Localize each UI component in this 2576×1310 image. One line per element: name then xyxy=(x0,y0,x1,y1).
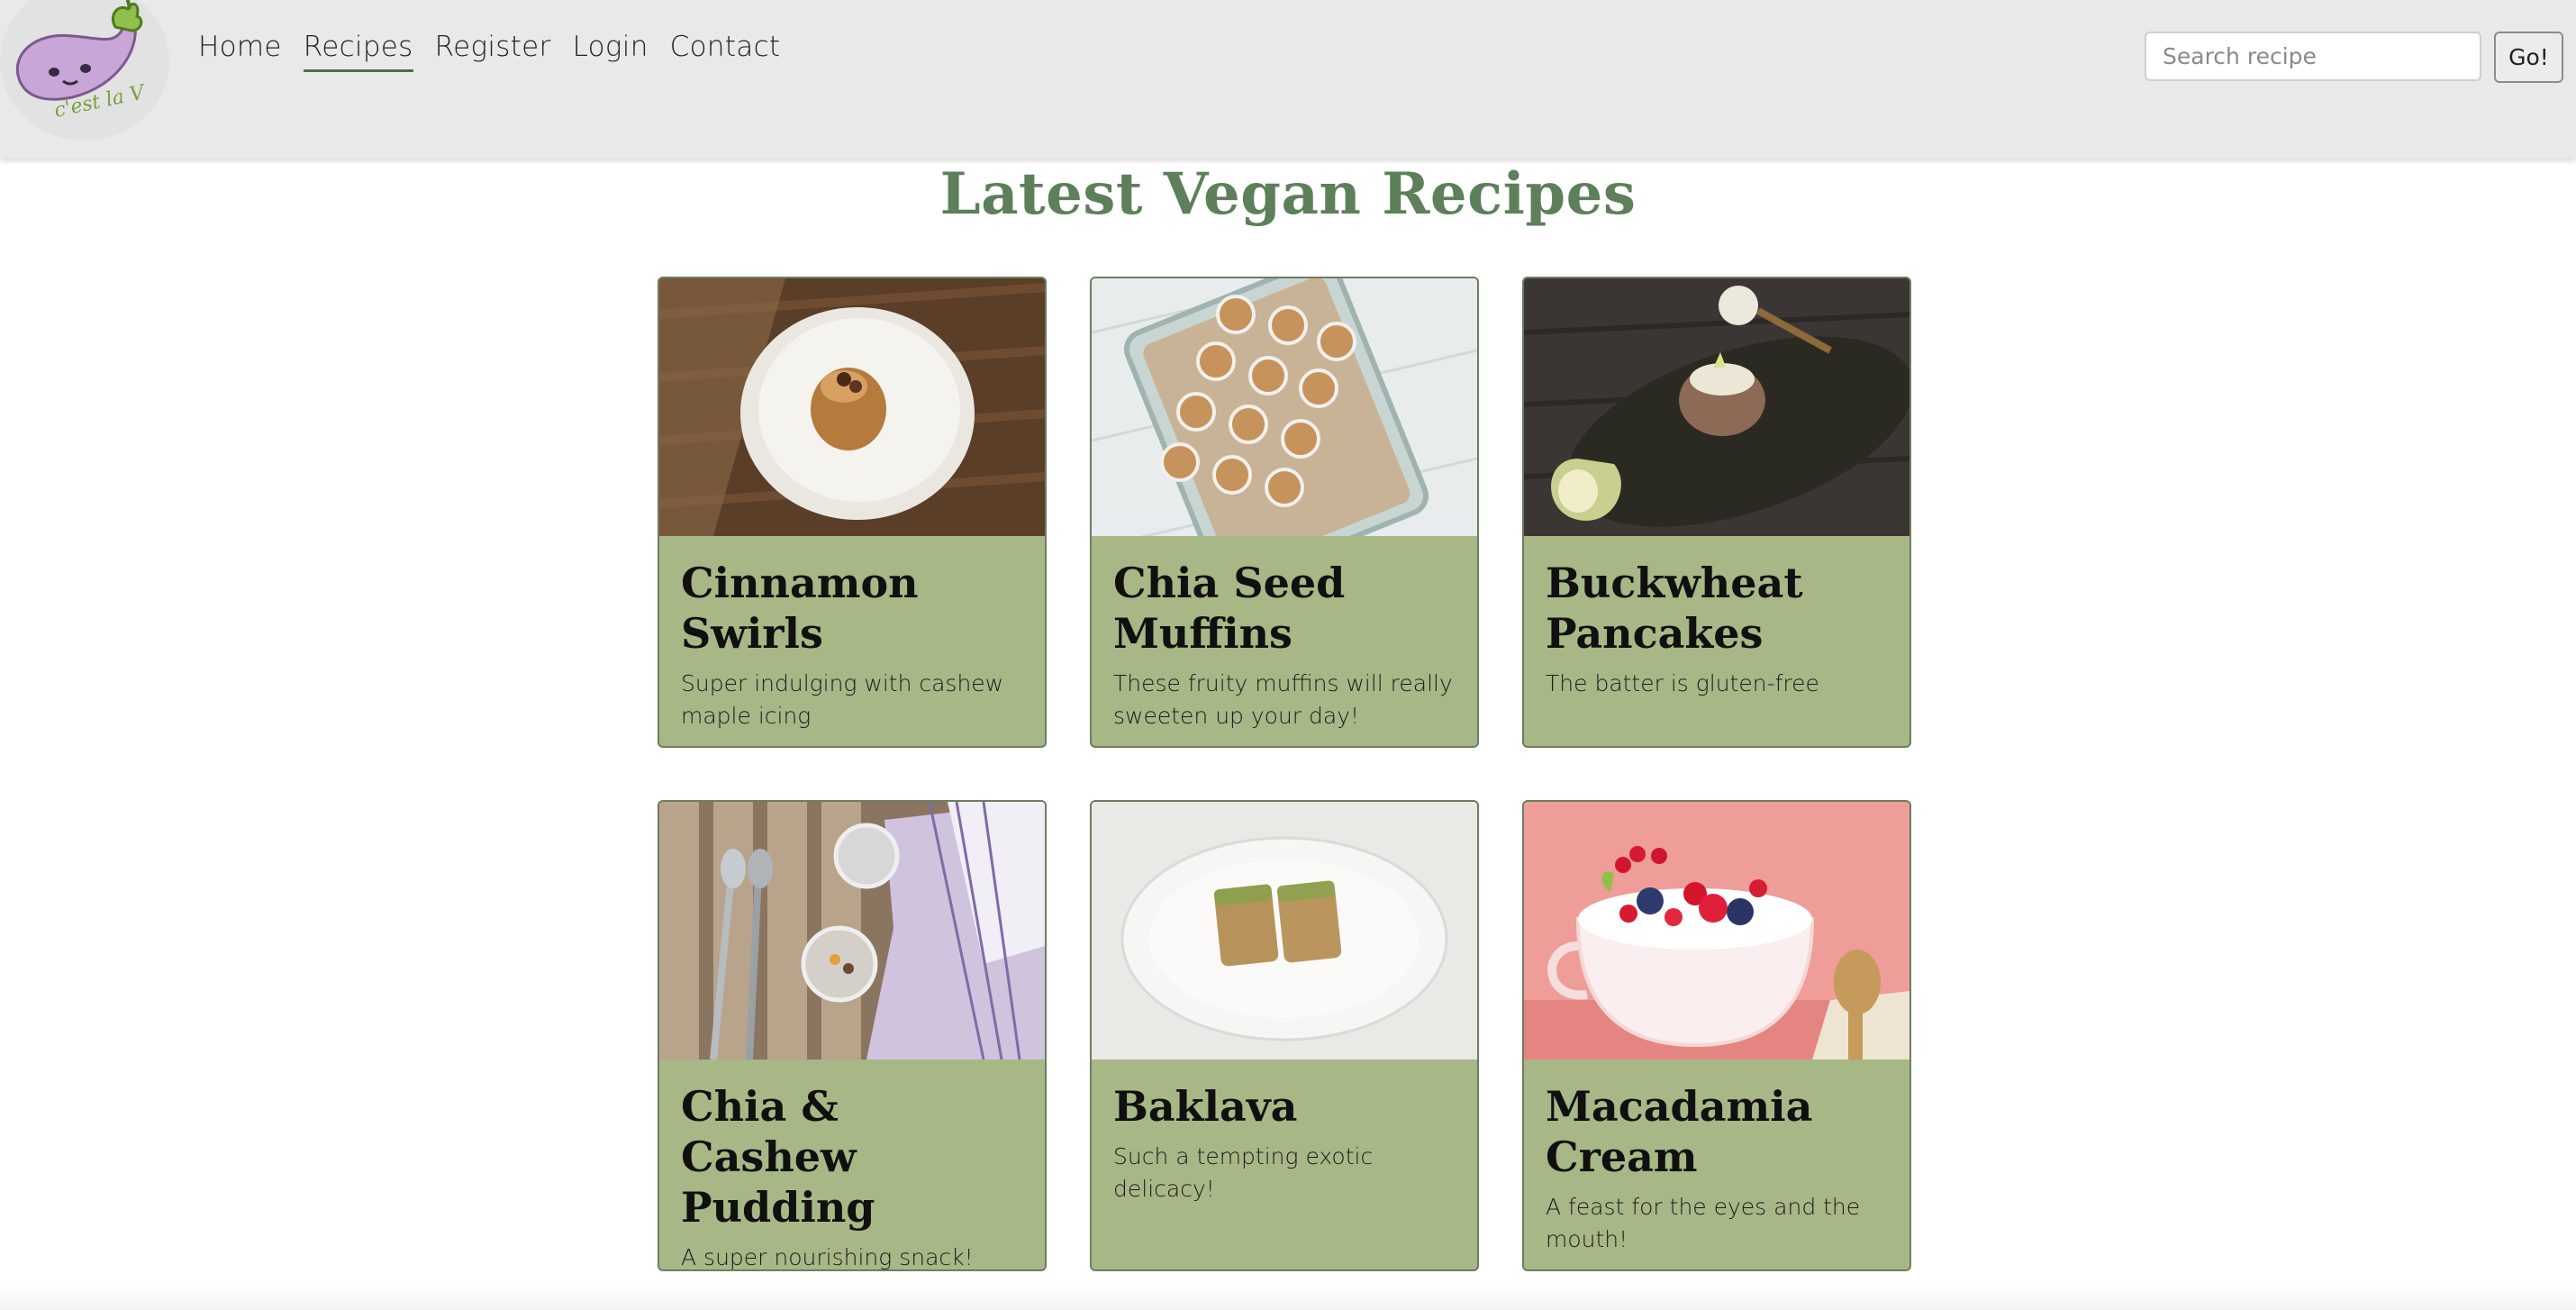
recipe-grid: Cinnamon Swirls Super indulging with cas… xyxy=(658,277,1912,1271)
recipe-title: Macadamia Cream xyxy=(1546,1082,1813,1181)
recipe-card-chia-seed-muffins[interactable]: Chia Seed Muffins These fruity muffins w… xyxy=(1090,277,1479,748)
card-body: Chia & Cashew Pudding A super nourishing… xyxy=(659,1060,1045,1270)
baklava-photo xyxy=(1092,802,1477,1060)
recipe-card-buckwheat-pancakes[interactable]: Buckwheat Pancakes The batter is gluten-… xyxy=(1522,277,1911,748)
recipe-description: The batter is gluten-free xyxy=(1546,670,1819,696)
recipe-description: These fruity muffins will really sweeten… xyxy=(1113,670,1453,729)
recipe-card-cinnamon-swirls[interactable]: Cinnamon Swirls Super indulging with cas… xyxy=(658,277,1047,748)
recipe-card-baklava[interactable]: Baklava Such a tempting exotic delicacy! xyxy=(1090,800,1479,1271)
nav-contact-link[interactable]: Contact xyxy=(659,20,792,81)
cinnamon-swirls-photo xyxy=(659,278,1045,536)
macadamia-cream-photo xyxy=(1524,802,1909,1060)
recipe-title: Chia Seed Muffins xyxy=(1113,559,1346,658)
recipe-description: Such a tempting exotic delicacy! xyxy=(1113,1143,1374,1202)
recipe-description: Super indulging with cashew maple icing xyxy=(681,670,1004,729)
nav-home-link[interactable]: Home xyxy=(187,20,293,81)
nav-register-link[interactable]: Register xyxy=(424,20,562,81)
main-nav: Home Recipes Register Login Contact xyxy=(187,20,791,81)
recipe-title: Baklava xyxy=(1113,1082,1298,1131)
navbar: c'est la V Home Recipes Register Login C… xyxy=(0,0,2576,159)
chia-seed-muffins-photo xyxy=(1092,278,1477,536)
buckwheat-pancakes-photo xyxy=(1524,278,1909,536)
recipe-card-chia-cashew-pudding[interactable]: Chia & Cashew Pudding A super nourishing… xyxy=(658,800,1047,1271)
eggplant-logo[interactable]: c'est la V xyxy=(0,0,169,141)
card-body: Baklava Such a tempting exotic delicacy! xyxy=(1092,1060,1477,1205)
recipe-title: Cinnamon Swirls xyxy=(681,559,919,658)
card-body: Macadamia Cream A feast for the eyes and… xyxy=(1524,1060,1909,1256)
page-title: Latest Vegan Recipes xyxy=(939,160,1637,228)
recipe-title: Buckwheat Pancakes xyxy=(1546,559,1803,658)
recipe-description: A feast for the eyes and the mouth! xyxy=(1546,1194,1861,1252)
recipe-description: A super nourishing snack! xyxy=(681,1244,974,1270)
search-form: Go! xyxy=(2145,32,2563,83)
nav-recipes-link[interactable]: Recipes xyxy=(293,20,424,81)
card-body: Buckwheat Pancakes The batter is gluten-… xyxy=(1524,536,1909,700)
card-body: Chia Seed Muffins These fruity muffins w… xyxy=(1092,536,1477,732)
card-body: Cinnamon Swirls Super indulging with cas… xyxy=(659,536,1045,732)
chia-cashew-pudding-photo xyxy=(659,802,1045,1060)
footer-shadow xyxy=(0,1283,2576,1310)
nav-login-link[interactable]: Login xyxy=(562,20,659,81)
recipe-title: Chia & Cashew Pudding xyxy=(681,1082,875,1232)
search-input[interactable] xyxy=(2145,32,2481,81)
search-go-button[interactable]: Go! xyxy=(2494,32,2563,83)
recipe-card-macadamia-cream[interactable]: Macadamia Cream A feast for the eyes and… xyxy=(1522,800,1911,1271)
